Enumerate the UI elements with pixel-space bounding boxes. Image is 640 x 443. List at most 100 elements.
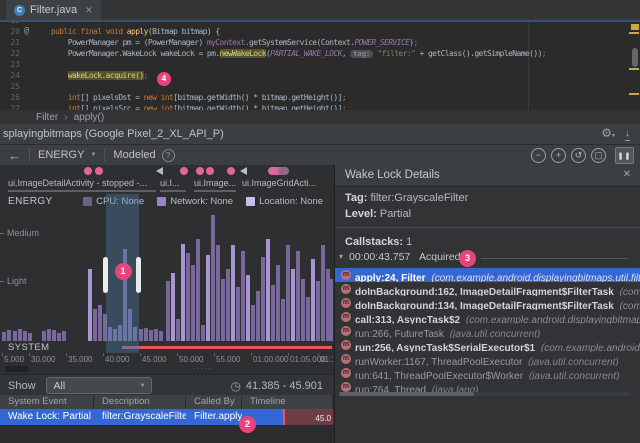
energy-label: ENERGY [8, 196, 53, 207]
method-icon: m [341, 270, 351, 280]
method-icon: m [341, 382, 351, 392]
range-scrollbar-thumb[interactable] [5, 366, 29, 372]
callstack-frame[interactable]: mdoInBackground:162, ImageDetailFragment… [335, 282, 640, 296]
callstack-frame[interactable]: mcall:313, AsyncTask$2 (com.example.andr… [335, 310, 640, 324]
drag-handle-icon[interactable]: ····· [193, 364, 211, 373]
back-arrow-icon[interactable]: ← [8, 148, 21, 163]
zoom-out-icon[interactable]: − [531, 148, 546, 163]
pause-button[interactable]: ❚❚ [615, 147, 634, 164]
system-events-row: SYSTEM [0, 341, 333, 353]
callstack-frame[interactable]: mrun:256, AsyncTask$SerialExecutor$1 (co… [335, 338, 640, 352]
event-dot-icon[interactable] [227, 167, 235, 175]
frame-name: call:313, AsyncTask$2 [355, 315, 463, 324]
y-axis-label: Light [7, 276, 27, 286]
axis-tick [318, 353, 319, 356]
energy-chart[interactable]: MediumLight [0, 210, 333, 341]
wakelock-duration-bar[interactable] [140, 346, 332, 349]
callstack-frame[interactable]: mrun:641, ThreadPoolExecutor$Worker (jav… [335, 366, 640, 380]
code-text[interactable]: int[] pixelsSrc = new int[bitmap.getWidt… [34, 103, 346, 110]
session-type-dropdown[interactable]: ENERGY ▼ [38, 149, 96, 161]
horizontal-scrollbar[interactable] [339, 392, 630, 396]
table-header-cell[interactable]: Timeline [242, 395, 333, 409]
event-dot-icon[interactable] [180, 167, 188, 175]
close-icon[interactable]: ✕ [623, 169, 631, 180]
method-icon: m [341, 368, 351, 378]
event-triangle-icon[interactable] [156, 167, 163, 175]
event-dot-icon[interactable] [95, 167, 103, 175]
code-text[interactable]: int[] pixelsDst = new int[bitmap.getWidt… [34, 92, 346, 103]
callstack-frame[interactable]: mrun:266, FutureTask (java.util.concurre… [335, 324, 640, 338]
tree-expand-icon[interactable]: ▾ [339, 252, 343, 261]
axis-tick-label: 45.000 [142, 355, 166, 364]
breadcrumb-method[interactable]: apply() [74, 112, 105, 123]
callstack-frame[interactable]: mapply:24, Filter (com.example.android.d… [335, 268, 640, 282]
level-row: Level: Partial [345, 208, 411, 220]
energy-bar [23, 331, 27, 341]
activity-segment[interactable]: ui.ImageDetailActivity - stopped -... [8, 178, 156, 193]
activity-segment[interactable]: ui.Image... [194, 178, 236, 193]
event-pill-icon[interactable] [268, 167, 289, 175]
axis-tick [29, 353, 30, 356]
range-scrollbar[interactable]: ····· [0, 364, 333, 374]
zoom-in-icon[interactable]: + [551, 148, 566, 163]
editor-tab-filter-java[interactable]: C Filter.java ✕ [6, 0, 101, 20]
energy-bar [286, 245, 290, 341]
callstack-frame[interactable]: mrunWorker:1167, ThreadPoolExecutor (jav… [335, 352, 640, 366]
table-row[interactable]: Wake Lock: Partialfilter:GrayscaleFilter… [0, 409, 333, 425]
axis-tick-label: 35.000 [68, 355, 92, 364]
selection-handle-right[interactable] [136, 257, 141, 293]
breadcrumb-class[interactable]: Filter [36, 112, 58, 123]
energy-bar [246, 275, 250, 341]
scrollbar-thumb[interactable] [632, 48, 638, 67]
code-text[interactable]: public final void apply(Bitmap bitmap) { [34, 26, 220, 37]
tag-row: Tag: filter:GrayscaleFilter [345, 192, 468, 204]
download-icon[interactable]: ↓ [625, 128, 630, 141]
energy-bar [149, 330, 153, 341]
energy-bar [47, 329, 51, 341]
selection-handle-left[interactable] [103, 257, 108, 293]
energy-bar [256, 291, 260, 341]
activity-segment[interactable]: ui.I... [160, 178, 186, 193]
legend-item: Location: None [246, 196, 323, 207]
zoom-to-selection-icon[interactable]: ▢ [591, 148, 606, 163]
energy-bar [28, 333, 32, 341]
energy-bar [241, 251, 245, 341]
error-stripe-mark [629, 32, 639, 34]
editor-line: 26 int[] pixelsDst = new int[bitmap.getW… [0, 92, 628, 103]
line-number: 26 [0, 92, 20, 103]
event-dot-icon[interactable] [206, 167, 214, 175]
table-header: System EventDescriptionCalled ByTimeline [0, 395, 333, 409]
frame-package: (com.example.android.displayingbitmaps.u [466, 315, 640, 324]
gear-icon[interactable]: ⚙▾ [601, 127, 615, 142]
activity-segment[interactable]: ui.ImageGridActi... [242, 178, 332, 193]
reset-zoom-icon[interactable]: ↺ [571, 148, 586, 163]
activity-label: ui.ImageDetailActivity - stopped -... [8, 178, 156, 188]
event-dot-icon[interactable] [84, 167, 92, 175]
event-dot-icon[interactable] [196, 167, 204, 175]
editor-line: 20@ public final void apply(Bitmap bitma… [0, 26, 628, 37]
callstack-frame[interactable]: mdoInBackground:134, ImageDetailFragment… [335, 296, 640, 310]
energy-bar [98, 305, 102, 341]
axis-tick [66, 353, 67, 356]
energy-bar [139, 329, 143, 341]
frame-name: doInBackground:162, ImageDetailFragment$… [355, 287, 617, 296]
code-text[interactable]: PowerManager pm = (PowerManager) myConte… [34, 37, 418, 48]
axis-tick [0, 233, 4, 234]
help-icon[interactable]: ? [162, 149, 175, 162]
editor-scrollbar[interactable] [628, 22, 640, 110]
energy-bar [281, 299, 285, 341]
acquired-event-row[interactable]: ▾ 00:00:43.757 Acquired 3 [335, 251, 640, 266]
close-tab-icon[interactable]: ✕ [85, 5, 93, 16]
scrollbar-thumb[interactable] [339, 392, 474, 396]
table-header-cell[interactable]: Called By [186, 395, 242, 409]
table-header-cell[interactable]: System Event [0, 395, 94, 409]
event-triangle-icon[interactable] [240, 167, 247, 175]
android-studio-window: C Filter.java ✕ 1920@ public final void … [0, 0, 640, 443]
activity-lifetime-bar [160, 190, 186, 192]
table-header-cell[interactable]: Description [94, 395, 186, 409]
event-filter-dropdown[interactable]: All ▼ [46, 377, 152, 394]
divider [481, 258, 628, 259]
energy-bar [196, 239, 200, 341]
time-axis: 5.00030.00035.00040.00045.00050.00055.00… [0, 353, 333, 364]
code-editor[interactable]: 1920@ public final void apply(Bitmap bit… [0, 22, 640, 110]
